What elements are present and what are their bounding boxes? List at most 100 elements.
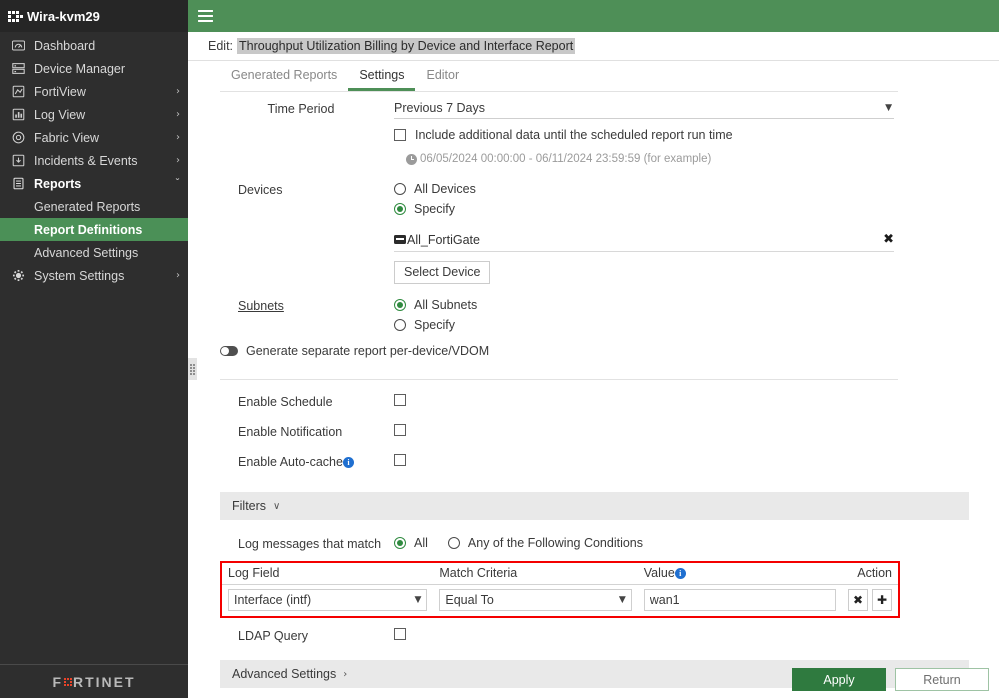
gear-icon: [10, 269, 27, 282]
per-device-toggle-row: Generate separate report per-device/VDOM: [208, 344, 999, 358]
subnets-row: Subnets All Subnets Specify: [208, 295, 999, 335]
sidebar-item-generated-reports[interactable]: Generated Reports: [0, 195, 188, 218]
fabric-icon: [10, 131, 27, 144]
log-match-row: Log messages that match All Any of the F…: [208, 533, 999, 555]
subnets-option-label: Specify: [414, 318, 455, 332]
devices-option-specify[interactable]: Specify: [394, 199, 999, 219]
return-button[interactable]: Return: [895, 668, 989, 691]
apply-button[interactable]: Apply: [792, 668, 886, 691]
enable-auto-cache-row: Enable Auto-cachei: [208, 451, 999, 473]
bar-chart-icon: [10, 108, 27, 121]
sidebar-item-dashboard[interactable]: Dashboard: [0, 34, 188, 57]
tab-editor[interactable]: Editor: [415, 69, 470, 92]
sidebar-item-label: System Settings: [34, 269, 176, 283]
subnets-option-specify[interactable]: Specify: [394, 315, 999, 335]
sidebar-item-reports[interactable]: Reports ˇ: [0, 172, 188, 195]
filter-table: Log Field Match Criteria Valuei Action: [222, 563, 898, 616]
sidebar-resize-handle[interactable]: [188, 358, 197, 380]
log-match-option-label: Any of the Following Conditions: [468, 536, 643, 550]
match-criteria-cell: Equal To ▼: [433, 585, 637, 617]
sidebar-item-fabric-view[interactable]: Fabric View ›: [0, 126, 188, 149]
log-field-value: Interface (intf): [234, 593, 311, 607]
remove-device-button[interactable]: ✖: [883, 232, 894, 247]
sidebar-item-label: Dashboard: [34, 39, 180, 53]
time-period-select[interactable]: Previous 7 Days ▼: [394, 98, 894, 119]
sidebar-item-system-settings[interactable]: System Settings ›: [0, 264, 188, 287]
radio-match-any[interactable]: [448, 537, 460, 549]
chevron-down-icon: ▼: [885, 103, 894, 113]
sidebar-item-report-definitions[interactable]: Report Definitions: [0, 218, 188, 241]
enable-schedule-checkbox[interactable]: [394, 394, 406, 406]
main-area: Edit: Throughput Utilization Billing by …: [188, 0, 999, 698]
match-criteria-value: Equal To: [445, 593, 493, 607]
add-filter-button[interactable]: ✚: [872, 589, 892, 611]
devices-row: Devices All Devices Specify: [208, 179, 999, 284]
sidebar-item-label: Incidents & Events: [34, 154, 176, 168]
match-criteria-select[interactable]: Equal To ▼: [439, 589, 631, 611]
include-additional-data-label: Include additional data until the schedu…: [415, 128, 733, 142]
subnets-option-label: All Subnets: [414, 298, 477, 312]
info-icon[interactable]: i: [343, 457, 354, 468]
breadcrumb-prefix: Edit:: [208, 39, 233, 53]
filter-table-header-row: Log Field Match Criteria Valuei Action: [222, 563, 898, 585]
include-additional-data-row: Include additional data until the schedu…: [394, 128, 999, 142]
sidebar-item-advanced-settings[interactable]: Advanced Settings: [0, 241, 188, 264]
per-device-toggle-label: Generate separate report per-device/VDOM: [246, 344, 489, 358]
enable-notification-checkbox[interactable]: [394, 424, 406, 436]
sidebar-item-fortiview[interactable]: FortiView ›: [0, 80, 188, 103]
tab-generated-reports[interactable]: Generated Reports: [220, 69, 348, 92]
per-device-toggle[interactable]: [220, 346, 238, 356]
devices-option-all[interactable]: All Devices: [394, 179, 999, 199]
radio-specify-subnets[interactable]: [394, 319, 406, 331]
tab-settings[interactable]: Settings: [348, 69, 415, 92]
ldap-query-checkbox[interactable]: [394, 628, 406, 640]
grip-dots-icon: [190, 364, 195, 375]
log-match-option-any[interactable]: Any of the Following Conditions: [448, 533, 643, 553]
settings-pane: Generated Reports Settings Editor Time P…: [208, 61, 999, 698]
filters-section-header[interactable]: Filters ∨: [220, 492, 969, 520]
fortinet-grid-icon: [8, 11, 23, 22]
gauge-icon: [10, 39, 27, 52]
chevron-down-icon: ∨: [273, 501, 280, 512]
chevron-right-icon: ›: [176, 132, 180, 143]
sidebar-subitem-label: Advanced Settings: [34, 246, 138, 260]
sidebar-item-label: Reports: [34, 177, 175, 191]
select-device-button[interactable]: Select Device: [394, 261, 490, 284]
log-match-label: Log messages that match: [208, 533, 394, 555]
radio-all-devices[interactable]: [394, 183, 406, 195]
column-log-field: Log Field: [222, 563, 433, 585]
sidebar-subitem-label: Report Definitions: [34, 223, 142, 237]
radio-specify-devices[interactable]: [394, 203, 406, 215]
enable-auto-cache-checkbox[interactable]: [394, 454, 406, 466]
application-window: Wira-kvm29 Dashboard Device Manager: [0, 0, 999, 698]
sidebar-item-device-manager[interactable]: Device Manager: [0, 57, 188, 80]
subnets-option-all[interactable]: All Subnets: [394, 295, 999, 315]
column-action: Action: [842, 563, 898, 585]
value-cell: [638, 585, 842, 617]
page-title: Throughput Utilization Billing by Device…: [237, 38, 575, 54]
server-icon: [10, 62, 27, 75]
footer-actions: Apply Return: [792, 668, 989, 691]
include-additional-data-checkbox[interactable]: [394, 129, 406, 141]
selected-device-name: All_FortiGate: [407, 233, 480, 247]
table-row: Interface (intf) ▼ Equal To ▼: [222, 585, 898, 617]
sidebar-subitem-label: Generated Reports: [34, 200, 140, 214]
filter-table-highlight: Log Field Match Criteria Valuei Action: [220, 561, 900, 618]
radio-match-all[interactable]: [394, 537, 406, 549]
log-match-option-all[interactable]: All: [394, 533, 428, 553]
log-field-select[interactable]: Interface (intf) ▼: [228, 589, 427, 611]
sidebar-nav: Dashboard Device Manager FortiView ›: [0, 32, 188, 664]
sidebar-item-incidents-events[interactable]: Incidents & Events ›: [0, 149, 188, 172]
hamburger-icon[interactable]: [198, 10, 213, 22]
sidebar-item-log-view[interactable]: Log View ›: [0, 103, 188, 126]
subnets-label-wrap: Subnets: [208, 295, 394, 317]
enable-auto-cache-label: Enable Auto-cache: [238, 455, 343, 469]
value-info-icon[interactable]: i: [675, 568, 686, 579]
delete-filter-button[interactable]: ✖: [848, 589, 868, 611]
radio-all-subnets[interactable]: [394, 299, 406, 311]
chevron-down-icon: ˇ: [175, 178, 180, 189]
fortinet-logo: F RTINET: [52, 674, 135, 690]
ldap-query-label: LDAP Query: [208, 625, 394, 647]
column-value: Value: [644, 566, 675, 580]
filter-value-input[interactable]: [644, 589, 836, 611]
